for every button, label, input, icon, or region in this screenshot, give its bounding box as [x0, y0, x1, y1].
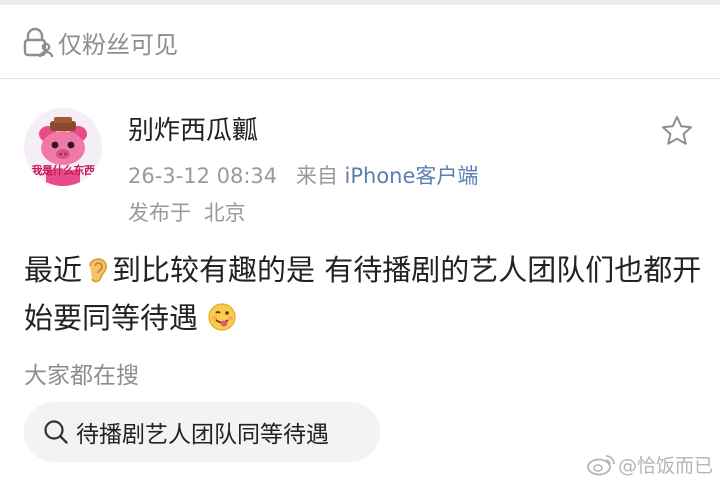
trending-search-chip[interactable]: 待播剧艺人团队同等待遇	[24, 402, 380, 462]
post-text-part2: 到比较有趣的是 有待播剧的艺人团队们也都开始要同等待遇	[24, 253, 702, 335]
top-separator	[0, 0, 720, 5]
lock-people-icon	[23, 27, 54, 58]
avatar-caption: 我是什么东西	[31, 164, 96, 177]
location-value: 北京	[203, 201, 246, 225]
avatar[interactable]: 我是什么东西	[24, 108, 102, 186]
visibility-label: 仅粉丝可见	[58, 30, 178, 59]
tongue-face-emoji-icon	[208, 303, 236, 331]
ear-emoji-icon	[89, 258, 107, 283]
author-name[interactable]: 别炸西瓜瓤	[128, 110, 258, 147]
source-prefix: 来自	[295, 164, 338, 188]
weibo-logo-icon	[587, 455, 615, 476]
search-icon	[44, 420, 68, 444]
trending-search-label: 待播剧艺人团队同等待遇	[76, 422, 329, 448]
star-icon[interactable]	[660, 114, 694, 148]
weibo-watermark: @恰饭而已	[586, 450, 713, 478]
visibility-indicator: 仅粉丝可见	[22, 22, 178, 62]
watermark-text: @恰饭而已	[618, 454, 714, 477]
post-body: 最近 到比较有趣的是 有待播剧的艺人团队们也都开始要同等待遇	[24, 246, 714, 342]
post-timestamp: 26-3-12 08:34	[128, 164, 278, 188]
post-source-link[interactable]: iPhone客户端	[345, 164, 479, 188]
trending-search-title: 大家都在搜	[24, 363, 139, 389]
location-prefix: 发布于	[128, 201, 191, 225]
divider	[0, 78, 720, 79]
post-meta: 26-3-12 08:34 来自 iPhone客户端	[128, 160, 478, 190]
post-location: 发布于 北京	[128, 197, 246, 227]
post-text-part1: 最近	[24, 253, 83, 287]
